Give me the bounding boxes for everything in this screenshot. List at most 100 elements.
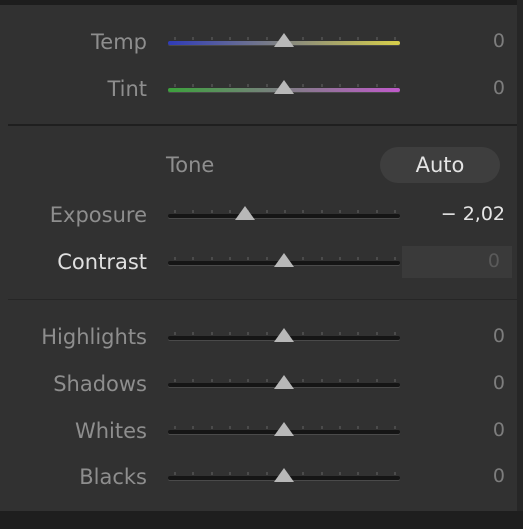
contrast-slider[interactable] bbox=[168, 253, 400, 267]
highlights-row: Highlights 0 bbox=[0, 320, 517, 354]
slider-tick bbox=[247, 379, 249, 382]
shadows-slider[interactable] bbox=[168, 375, 400, 389]
slider-tick bbox=[376, 472, 378, 475]
shadows-slider-thumb[interactable] bbox=[274, 375, 294, 389]
slider-tick bbox=[302, 426, 304, 429]
slider-tick bbox=[192, 379, 194, 382]
blacks-slider-thumb[interactable] bbox=[274, 468, 294, 482]
exposure-value[interactable]: − 2,02 bbox=[441, 203, 505, 225]
slider-tick bbox=[321, 379, 323, 382]
shadows-label: Shadows bbox=[53, 372, 147, 396]
temp-row: Temp 0 bbox=[0, 25, 517, 59]
slider-tick bbox=[192, 37, 194, 40]
slider-tick bbox=[394, 332, 396, 335]
slider-tick bbox=[339, 257, 341, 260]
slider-tick bbox=[302, 332, 304, 335]
slider-tick bbox=[266, 332, 268, 335]
blacks-row: Blacks 0 bbox=[0, 460, 517, 494]
slider-tick bbox=[357, 210, 359, 213]
slider-tick bbox=[266, 257, 268, 260]
slider-tick bbox=[357, 332, 359, 335]
slider-tick bbox=[394, 37, 396, 40]
slider-tick bbox=[321, 257, 323, 260]
slider-tick bbox=[247, 332, 249, 335]
slider-tick bbox=[266, 210, 268, 213]
tone-section-title: Tone bbox=[166, 153, 215, 177]
slider-tick bbox=[357, 37, 359, 40]
develop-panel: Temp 0 Tint 0 Tone Auto Exposure − 2,02 … bbox=[0, 0, 523, 529]
slider-tick bbox=[376, 426, 378, 429]
slider-tick bbox=[339, 426, 341, 429]
exposure-slider-track[interactable] bbox=[168, 214, 400, 218]
blacks-label: Blacks bbox=[79, 465, 147, 489]
blacks-slider[interactable] bbox=[168, 468, 400, 482]
contrast-value-field[interactable]: 0 bbox=[402, 246, 512, 278]
slider-tick bbox=[284, 210, 286, 213]
slider-tick bbox=[174, 37, 176, 40]
slider-tick bbox=[376, 84, 378, 87]
slider-tick bbox=[376, 332, 378, 335]
slider-tick bbox=[394, 210, 396, 213]
shadows-row: Shadows 0 bbox=[0, 367, 517, 401]
exposure-slider[interactable] bbox=[168, 206, 400, 220]
slider-tick bbox=[321, 332, 323, 335]
slider-tick bbox=[394, 426, 396, 429]
slider-tick bbox=[229, 426, 231, 429]
whites-value[interactable]: 0 bbox=[493, 419, 505, 441]
slider-tick bbox=[174, 426, 176, 429]
slider-tick bbox=[192, 257, 194, 260]
slider-tick bbox=[321, 37, 323, 40]
slider-tick bbox=[302, 257, 304, 260]
slider-tick bbox=[339, 84, 341, 87]
tint-label: Tint bbox=[107, 77, 147, 101]
slider-tick bbox=[339, 332, 341, 335]
tint-value[interactable]: 0 bbox=[493, 77, 505, 99]
temp-slider[interactable] bbox=[168, 33, 400, 47]
slider-tick bbox=[302, 210, 304, 213]
exposure-row: Exposure − 2,02 bbox=[0, 198, 517, 232]
slider-tick bbox=[394, 379, 396, 382]
contrast-row: Contrast 0 bbox=[0, 245, 517, 279]
slider-tick bbox=[247, 37, 249, 40]
whites-slider-thumb[interactable] bbox=[274, 422, 294, 436]
slider-tick bbox=[192, 472, 194, 475]
temp-value[interactable]: 0 bbox=[493, 30, 505, 52]
slider-tick bbox=[357, 257, 359, 260]
slider-tick bbox=[247, 84, 249, 87]
contrast-value[interactable]: 0 bbox=[488, 250, 500, 272]
highlights-slider[interactable] bbox=[168, 328, 400, 342]
slider-tick bbox=[357, 426, 359, 429]
highlights-slider-thumb[interactable] bbox=[274, 328, 294, 342]
whites-slider[interactable] bbox=[168, 422, 400, 436]
shadows-value[interactable]: 0 bbox=[493, 372, 505, 394]
whites-label: Whites bbox=[74, 419, 147, 443]
tint-row: Tint 0 bbox=[0, 72, 517, 106]
slider-tick bbox=[211, 37, 213, 40]
auto-tone-button[interactable]: Auto bbox=[380, 147, 500, 183]
highlights-value[interactable]: 0 bbox=[493, 325, 505, 347]
slider-tick bbox=[357, 472, 359, 475]
exposure-label: Exposure bbox=[49, 203, 147, 227]
contrast-slider-thumb[interactable] bbox=[274, 253, 294, 267]
slider-tick bbox=[376, 379, 378, 382]
slider-tick bbox=[174, 210, 176, 213]
slider-tick bbox=[339, 379, 341, 382]
slider-tick bbox=[192, 210, 194, 213]
slider-tick bbox=[266, 379, 268, 382]
exposure-slider-thumb[interactable] bbox=[235, 206, 255, 220]
slider-tick bbox=[321, 210, 323, 213]
slider-tick bbox=[339, 37, 341, 40]
slider-tick bbox=[211, 426, 213, 429]
slider-tick bbox=[192, 332, 194, 335]
blacks-value[interactable]: 0 bbox=[493, 465, 505, 487]
exposure-slider-ticks bbox=[168, 210, 400, 213]
slider-tick bbox=[302, 84, 304, 87]
temp-slider-thumb[interactable] bbox=[274, 33, 294, 47]
slider-tick bbox=[266, 472, 268, 475]
tint-slider-thumb[interactable] bbox=[274, 80, 294, 94]
tint-slider[interactable] bbox=[168, 80, 400, 94]
slider-tick bbox=[394, 84, 396, 87]
panel-bottom-edge bbox=[0, 511, 523, 529]
panel-top-edge bbox=[0, 0, 523, 5]
slider-tick bbox=[174, 379, 176, 382]
